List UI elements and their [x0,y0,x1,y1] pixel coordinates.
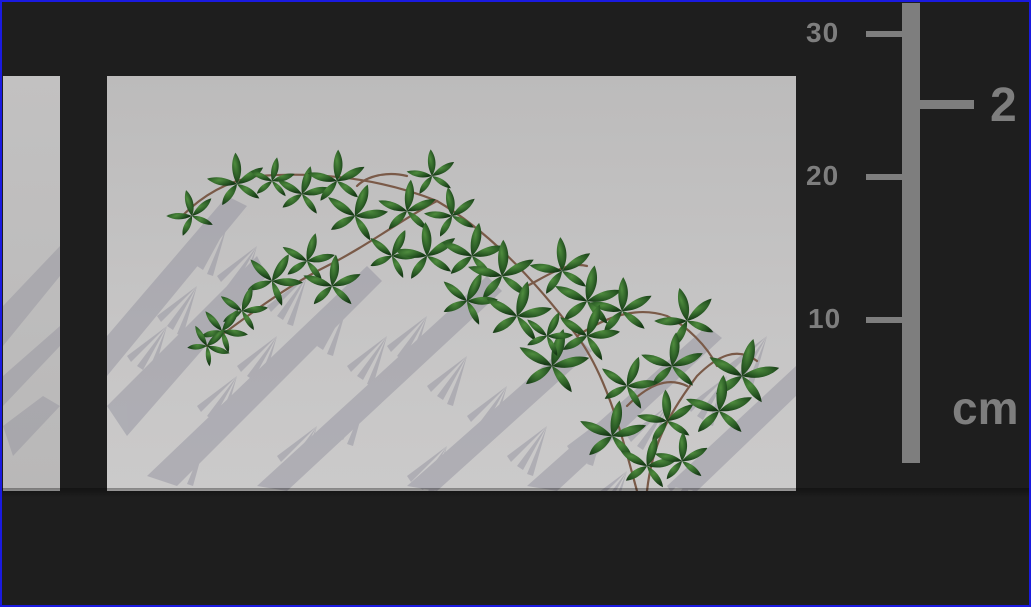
tick-30 [866,31,902,37]
ruler-bar [902,3,920,463]
tick-20 [866,174,902,180]
tick-10 [866,317,902,323]
tick-label-20: 20 [806,160,840,191]
tick-label-10: 10 [808,303,842,334]
tick-label-30: 30 [806,17,840,48]
tick-label-partial: 2 [990,79,1017,132]
tick-25 [920,100,974,109]
scale-ruler [866,3,974,463]
unit-label: cm [952,382,1019,434]
